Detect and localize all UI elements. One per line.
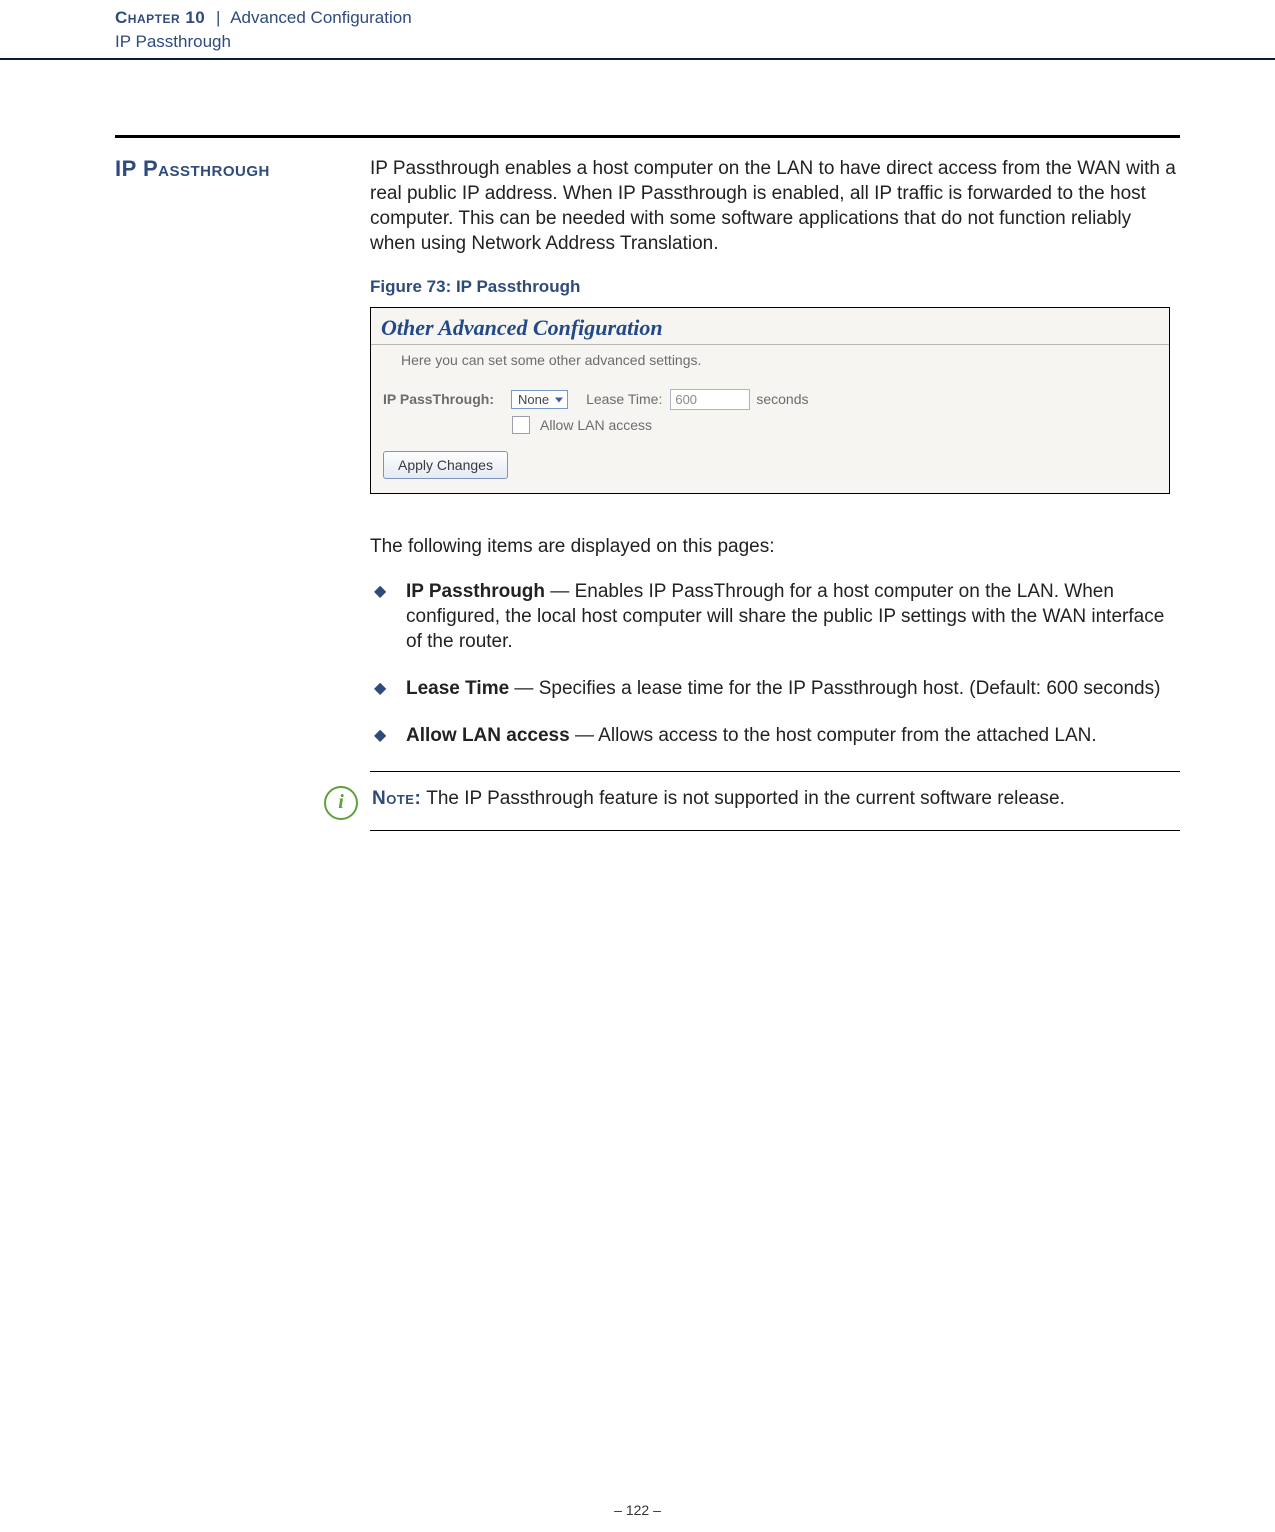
lease-time-unit: seconds	[756, 390, 808, 408]
apply-changes-button[interactable]: Apply Changes	[383, 451, 508, 479]
bullet-title: Allow LAN access	[406, 725, 570, 746]
note-text: Note: The IP Passthrough feature is not …	[372, 786, 1065, 811]
separator: |	[210, 8, 226, 27]
ip-passthrough-label: IP PassThrough:	[383, 390, 511, 408]
lease-time-label: Lease Time:	[586, 390, 662, 408]
intro-paragraph: IP Passthrough enables a host computer o…	[370, 156, 1180, 256]
bullet-lease-time: Lease Time — Specifies a lease time for …	[370, 676, 1180, 701]
chapter-label: Chapter 10	[115, 8, 205, 27]
allow-lan-checkbox[interactable]	[512, 416, 530, 434]
bullet-title: IP Passthrough	[406, 581, 545, 602]
ip-passthrough-select[interactable]: None	[511, 390, 568, 409]
figure-caption: Figure 73: IP Passthrough	[370, 276, 1180, 298]
lease-time-input[interactable]	[670, 389, 750, 410]
note-label: Note:	[372, 788, 421, 809]
allow-lan-label: Allow LAN access	[540, 416, 652, 434]
lead-line: The following items are displayed on thi…	[370, 534, 1180, 559]
page-number: – 122 –	[0, 1502, 1275, 1518]
breadcrumb: Chapter 10 | Advanced Configuration IP P…	[0, 0, 1275, 58]
note-rule-top	[370, 771, 1180, 772]
bullet-desc: — Allows access to the host computer fro…	[570, 725, 1097, 746]
info-icon: i	[324, 786, 358, 820]
panel-title: Other Advanced Configuration	[371, 308, 1169, 345]
panel-subtitle: Here you can set some other advanced set…	[371, 345, 1169, 385]
bullet-title: Lease Time	[406, 678, 509, 699]
section-heading: IP Passthrough	[115, 156, 370, 182]
note-rule-bottom	[370, 830, 1180, 831]
bullet-desc: — Specifies a lease time for the IP Pass…	[509, 678, 1160, 699]
note-body: The IP Passthrough feature is not suppor…	[421, 788, 1065, 809]
breadcrumb-subtitle: IP Passthrough	[115, 31, 1275, 54]
config-screenshot: Other Advanced Configuration Here you ca…	[370, 307, 1170, 494]
bullet-ip-passthrough: IP Passthrough — Enables IP PassThrough …	[370, 579, 1180, 654]
chapter-title: Advanced Configuration	[230, 8, 411, 27]
bullet-allow-lan: Allow LAN access — Allows access to the …	[370, 723, 1180, 748]
header-rule	[0, 58, 1275, 60]
